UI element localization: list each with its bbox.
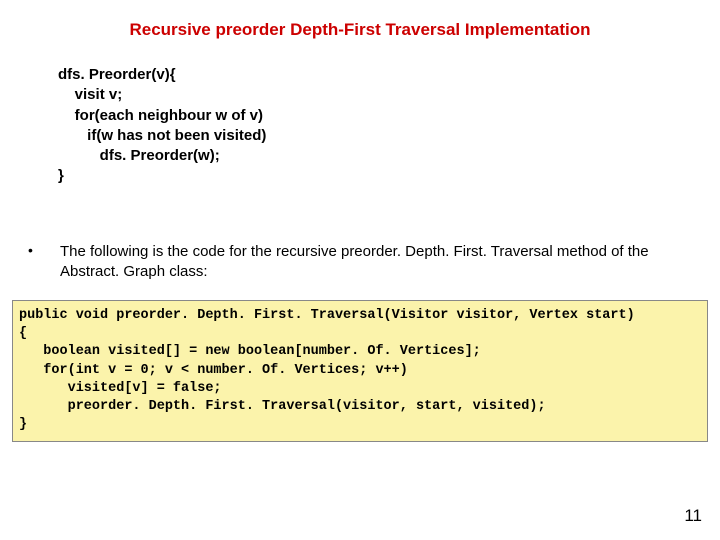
- bullet-text: The following is the code for the recurs…: [60, 242, 696, 283]
- pseudocode-block: dfs. Preorder(v){ visit v; for(each neig…: [58, 65, 720, 187]
- slide-title: Recursive preorder Depth-First Traversal…: [0, 0, 720, 65]
- code-block: public void preorder. Depth. First. Trav…: [12, 300, 708, 442]
- bullet-marker: •: [28, 242, 60, 283]
- bullet-item: • The following is the code for the recu…: [28, 242, 696, 283]
- page-number: 11: [684, 506, 702, 526]
